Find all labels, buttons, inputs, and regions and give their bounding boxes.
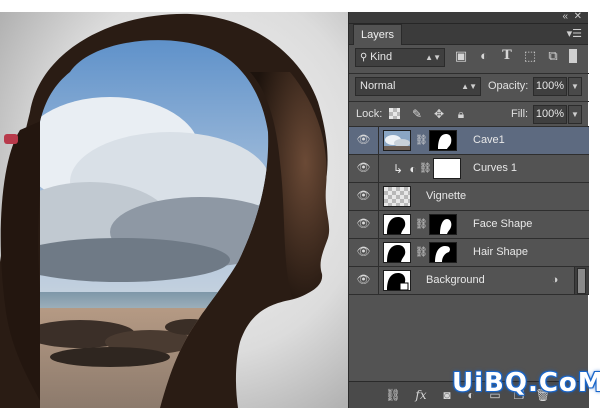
clipping-indicator-icon: ↳ <box>392 162 404 176</box>
lock-row: Lock: ✎ ✥ 🔒︎ Fill: 100% ▼ <box>349 102 589 128</box>
link-layers-icon[interactable]: ⛓ <box>385 387 401 403</box>
silhouette-thumb <box>383 214 411 235</box>
shape-filter-icon[interactable]: ⬚ <box>522 48 538 64</box>
layer-name: Curves 1 <box>473 162 518 174</box>
visibility-eye-icon[interactable]: 👁︎ <box>349 183 379 210</box>
visibility-eye-icon[interactable]: 👁︎ <box>349 155 379 182</box>
panel-menu-icon[interactable]: ▾☰ <box>567 27 582 40</box>
opacity-dropdown-arrow[interactable]: ▼ <box>568 77 582 96</box>
artwork-image <box>0 13 330 408</box>
visibility-eye-icon[interactable]: 👁︎ <box>349 267 379 294</box>
cloud-thumb <box>383 130 411 151</box>
mask-link-icon[interactable]: ⛓ <box>419 162 432 176</box>
visibility-eye-icon[interactable]: 👁︎ <box>349 127 379 154</box>
blend-row: Normal ▲▼ Opacity: 100% ▼ <box>349 74 589 100</box>
layer-list: 👁︎ ⛓ Cave1 👁︎ ↳ ◐ ⛓ Curves 1 👁︎ Vignette <box>349 127 589 295</box>
mask-link-icon[interactable]: ⛓ <box>415 134 428 148</box>
layer-row-vignette[interactable]: 👁︎ Vignette <box>349 183 589 211</box>
lock-label: Lock: <box>356 108 383 120</box>
layer-name: Hair Shape <box>473 246 529 258</box>
search-icon: ⚲ <box>360 52 371 63</box>
opacity-field[interactable]: 100% <box>533 77 567 96</box>
lock-transparent-icon[interactable] <box>389 108 400 119</box>
smart-object-icon: ◑ <box>551 274 559 286</box>
visibility-eye-icon[interactable]: 👁︎ <box>349 239 379 266</box>
face-mask-thumb[interactable] <box>429 214 457 235</box>
filter-row: ⚲ Kind ▲▼ ▣ ◐ T ⬚ ⧉ <box>349 45 589 71</box>
silhouette-thumb <box>383 270 411 291</box>
layer-name: Background <box>426 274 485 286</box>
close-icon[interactable]: ✕ <box>574 10 582 23</box>
hair-tie <box>4 134 18 144</box>
mask-link-icon[interactable]: ⛓ <box>415 218 428 232</box>
adjustment-filter-icon[interactable]: ◐ <box>476 48 492 64</box>
fill-dropdown-arrow[interactable]: ▼ <box>568 105 582 124</box>
filter-toggle-icon[interactable] <box>569 49 577 63</box>
panel-title-bar: « ✕ <box>349 10 588 24</box>
collapse-panel-icon[interactable]: « <box>562 10 568 23</box>
opacity-label: Opacity: <box>488 80 529 92</box>
layer-name: Face Shape <box>473 218 533 230</box>
chevron-updown-icon: ▲▼ <box>461 82 477 91</box>
transparent-thumb <box>383 186 411 207</box>
head-mask-thumb[interactable] <box>429 130 457 151</box>
silhouette-thumb <box>383 242 411 263</box>
white-mask-thumb[interactable] <box>433 158 461 179</box>
layer-row-cave1[interactable]: 👁︎ ⛓ Cave1 <box>349 127 589 155</box>
blend-mode-value: Normal <box>360 80 396 92</box>
type-filter-icon[interactable]: T <box>499 48 515 64</box>
scrollbar-thumb[interactable] <box>577 268 586 294</box>
visibility-eye-icon[interactable]: 👁︎ <box>349 211 379 238</box>
layer-name: Vignette <box>426 190 467 202</box>
blend-mode-dropdown[interactable]: Normal ▲▼ <box>355 77 481 96</box>
lock-position-icon[interactable]: ✥ <box>431 106 447 122</box>
smart-object-filter-icon[interactable]: ⧉ <box>545 48 561 64</box>
layer-row-hair-shape[interactable]: 👁︎ ⛓ Hair Shape <box>349 239 589 267</box>
document-canvas[interactable] <box>0 12 348 408</box>
panel-tab-row: Layers ▾☰ <box>349 24 588 45</box>
curves-adjustment-icon[interactable]: ◐ <box>406 162 420 176</box>
layer-row-face-shape[interactable]: 👁︎ ⛓ Face Shape <box>349 211 589 239</box>
layer-name: Cave1 <box>473 134 505 146</box>
mask-link-icon[interactable]: ⛓ <box>415 246 428 260</box>
filter-kind-dropdown[interactable]: ⚲ Kind ▲▼ <box>355 48 445 67</box>
layer-row-background[interactable]: 👁︎ Background ◑ <box>349 267 589 295</box>
lock-all-icon[interactable]: 🔒︎ <box>453 106 469 122</box>
watermark-logo: UiBQ.CoM <box>452 368 600 398</box>
lock-brush-icon[interactable]: ✎ <box>409 106 425 122</box>
layer-effects-icon[interactable]: fx <box>413 387 429 403</box>
layers-panel: « ✕ Layers ▾☰ ⚲ Kind ▲▼ ▣ ◐ T ⬚ ⧉ Normal… <box>348 10 589 408</box>
tab-layers[interactable]: Layers <box>353 24 403 45</box>
fill-field[interactable]: 100% <box>533 105 567 124</box>
filter-kind-value: Kind <box>370 51 393 63</box>
hair-mask-thumb[interactable] <box>429 242 457 263</box>
layer-row-curves-1[interactable]: 👁︎ ↳ ◐ ⛓ Curves 1 <box>349 155 589 183</box>
chevron-updown-icon: ▲▼ <box>425 53 441 62</box>
fill-label: Fill: <box>511 108 529 120</box>
pixel-filter-icon[interactable]: ▣ <box>453 48 469 64</box>
